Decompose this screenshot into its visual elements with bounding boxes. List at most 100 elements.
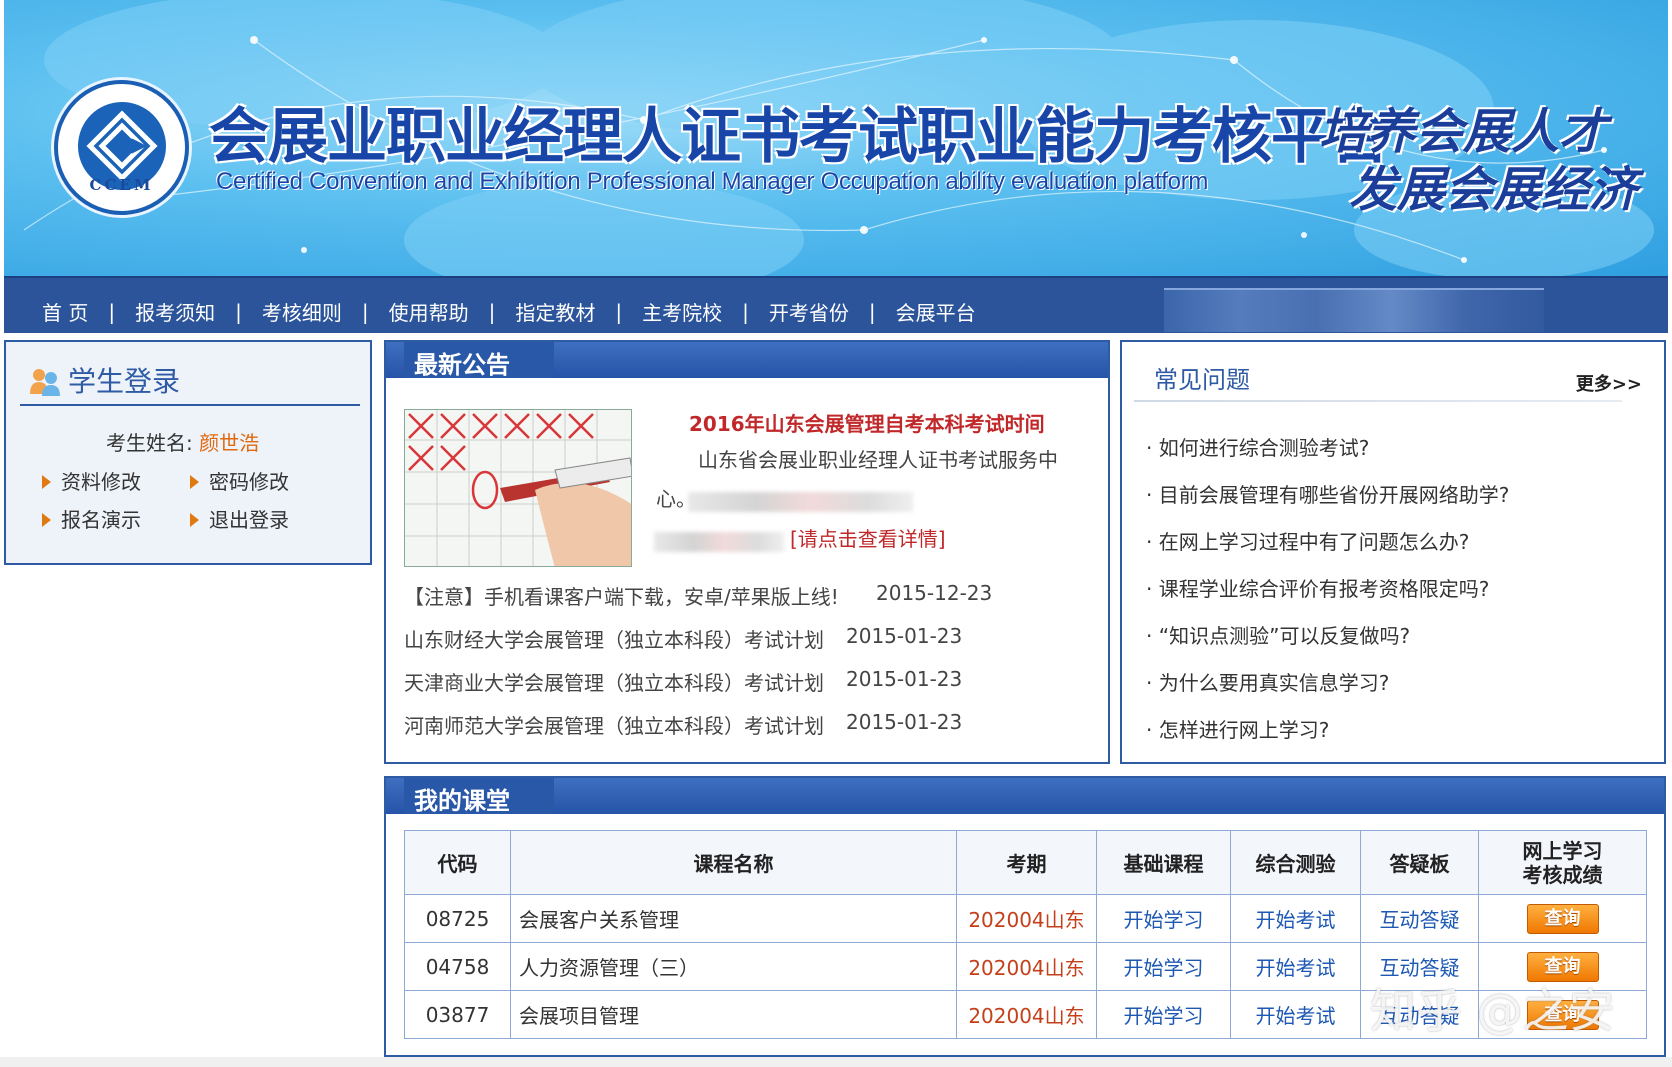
column-header: 基础课程 (1096, 830, 1231, 895)
link-label: 退出登录 (209, 508, 289, 532)
notice-item[interactable]: 【注意】手机看课客户端下载，安卓/苹果版上线! (404, 581, 839, 610)
start-study-link[interactable]: 开始学习 (1124, 956, 1204, 980)
blurred-region (1164, 288, 1544, 332)
users-icon (30, 369, 60, 396)
link-label: 密码修改 (209, 470, 289, 494)
notice-date: 2015-01-23 (846, 624, 963, 648)
faq-panel: 常见问题 更多>> · 如何进行综合测验考试? · 目前会展管理有哪些省份开展网… (1120, 340, 1666, 764)
nav-item-provinces[interactable]: 开考省份 (769, 297, 849, 326)
course-name: 会展项目管理 (510, 990, 957, 1039)
start-exam-link[interactable]: 开始考试 (1256, 956, 1336, 980)
nav-item-schools[interactable]: 主考院校 (642, 297, 722, 326)
faq-item[interactable]: · 为什么要用真实信息学习? (1146, 667, 1389, 696)
divider (1134, 400, 1622, 402)
student-info: 考生姓名: 颜世浩 (106, 427, 259, 456)
faq-item[interactable]: · 目前会展管理有哪些省份开展网络助学? (1146, 479, 1509, 508)
nav-separator: | (235, 299, 242, 324)
faq-more-link[interactable]: 更多>> (1576, 370, 1642, 396)
course-code: 03877 (404, 990, 511, 1039)
arrow-right-icon (190, 512, 199, 527)
logout-link[interactable]: 退出登录 (190, 504, 289, 533)
watermark: 知乎 @之安 (1370, 984, 1615, 1038)
notice-panel: 最新公告 2016年山东会展管理自考本科考试时间 山东省会展业职业经理人证书考试… (384, 340, 1110, 764)
notice-body-text: 山东省会展业职业经理人证书考试服务中 (698, 448, 1058, 472)
panel-header: 最新公告 (386, 342, 1108, 379)
blurred-region (688, 492, 913, 512)
column-header: 代码 (404, 830, 511, 895)
notice-item[interactable]: 河南师范大学会展管理（独立本科段）考试计划 (404, 710, 824, 739)
start-exam-link[interactable]: 开始考试 (1256, 908, 1336, 932)
nav-item-textbooks[interactable]: 指定教材 (515, 297, 595, 326)
faq-item-label: 目前会展管理有哪些省份开展网络助学? (1158, 483, 1510, 507)
faq-item[interactable]: · 在网上学习过程中有了问题怎么办? (1146, 526, 1469, 555)
start-exam-link[interactable]: 开始考试 (1256, 1004, 1336, 1028)
faq-item-label: 如何进行综合测验考试? (1158, 436, 1370, 460)
faq-item[interactable]: · 如何进行综合测验考试? (1146, 432, 1369, 461)
nav-separator: | (868, 299, 876, 324)
qa-link[interactable]: 互动答疑 (1380, 908, 1460, 932)
blurred-region (654, 532, 784, 552)
column-header: 综合测验 (1230, 830, 1361, 895)
site-banner: CCEM 会展业职业经理人证书考试职业能力考核平台 Certified Conv… (0, 0, 1672, 276)
notice-item[interactable]: 山东财经大学会展管理（独立本科段）考试计划 (404, 624, 824, 653)
nav-item-exam-notice[interactable]: 报考须知 (135, 297, 215, 326)
main-nav: 首 页 | 报考须知 | 考核细则 | 使用帮助 | 指定教材 | 主考院校 |… (4, 276, 1668, 333)
faq-title: 常见问题 (1154, 366, 1250, 394)
course-name: 会展客户关系管理 (510, 894, 957, 943)
table-row: 08725 会展客户关系管理 202004山东 开始学习 开始考试 互动答疑 查… (404, 894, 1647, 943)
course-code: 04758 (404, 942, 511, 991)
faq-item-label: 在网上学习过程中有了问题怎么办? (1158, 530, 1470, 554)
registration-demo-link[interactable]: 报名演示 (42, 504, 141, 533)
notice-date: 2015-12-23 (876, 581, 993, 605)
arrow-right-icon (42, 474, 51, 489)
notice-headline-link[interactable]: 2016年山东会展管理自考本科考试时间 (689, 408, 1045, 437)
faq-item[interactable]: · 课程学业综合评价有报考资格限定吗? (1146, 573, 1489, 602)
column-header: 答疑板 (1360, 830, 1479, 895)
nav-separator: | (742, 299, 749, 324)
classroom-title: 我的课堂 (414, 787, 510, 815)
table-header-row: 代码 课程名称 考期 基础课程 综合测验 答疑板 网上学习 考核成绩 (404, 830, 1647, 895)
login-title: 学生登录 (68, 365, 181, 398)
start-study-link[interactable]: 开始学习 (1124, 1004, 1204, 1028)
course-code: 08725 (404, 894, 511, 943)
change-password-link[interactable]: 密码修改 (190, 466, 289, 495)
nav-separator: | (108, 299, 116, 324)
header-line: 考核成绩 (1522, 862, 1603, 887)
view-details-link[interactable]: [请点击查看详情] (790, 523, 946, 552)
faq-item[interactable]: · “知识点测验”可以反复做吗? (1146, 620, 1410, 649)
start-study-link[interactable]: 开始学习 (1124, 908, 1204, 932)
edit-profile-link[interactable]: 资料修改 (42, 466, 141, 495)
ccem-logo: CCEM (54, 80, 189, 215)
notice-item[interactable]: 天津商业大学会展管理（独立本科段）考试计划 (404, 667, 824, 696)
query-button[interactable]: 查询 (1526, 903, 1599, 934)
footer-strip (0, 1057, 1672, 1067)
course-term: 202004山东 (956, 990, 1097, 1039)
link-label: 资料修改 (61, 470, 141, 494)
column-header: 考期 (956, 830, 1097, 895)
calendar-image[interactable] (404, 409, 632, 567)
column-header: 网上学习 考核成绩 (1478, 830, 1647, 895)
nav-item-help[interactable]: 使用帮助 (389, 297, 469, 326)
nav-item-platform[interactable]: 会展平台 (896, 297, 976, 326)
slogan-line-2: 发展会展经济 (1349, 162, 1638, 218)
nav-item-home[interactable]: 首 页 (42, 297, 88, 326)
student-name: 颜世浩 (199, 431, 260, 455)
faq-item-label: 为什么要用真实信息学习? (1158, 671, 1390, 695)
header-line: 网上学习 (1522, 838, 1603, 863)
faq-item-label: 课程学业综合评价有报考资格限定吗? (1158, 577, 1490, 601)
arrow-right-icon (190, 474, 199, 489)
faq-item[interactable]: · 怎样进行网上学习? (1146, 714, 1329, 743)
course-term: 202004山东 (956, 894, 1097, 943)
notice-date: 2015-01-23 (846, 710, 963, 734)
link-label: 报名演示 (61, 508, 141, 532)
nav-separator: | (361, 299, 369, 324)
divider (20, 404, 360, 406)
panel-header: 我的课堂 (386, 778, 1664, 815)
site-title: 会展业职业经理人证书考试职业能力考核平台 (209, 102, 1390, 172)
student-login-panel: 学生登录 考生姓名: 颜世浩 资料修改 密码修改 报名演示 退出登录 (4, 340, 372, 565)
nav-separator: | (615, 299, 623, 324)
notice-date: 2015-01-23 (846, 667, 963, 691)
column-header: 课程名称 (510, 830, 957, 895)
logo-text: CCEM (89, 176, 154, 194)
nav-item-rules[interactable]: 考核细则 (262, 297, 342, 326)
